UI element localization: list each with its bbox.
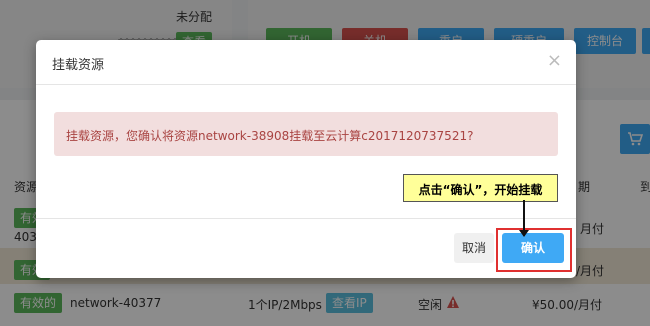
dialog-title: 挂载资源: [52, 58, 105, 73]
close-icon[interactable]: ×: [547, 50, 562, 71]
confirm-alert: 挂载资源，您确认将资源network-38908挂载至云计算c201712073…: [54, 112, 558, 156]
alert-message: 挂载资源，您确认将资源network-38908挂载至云计算c201712073…: [66, 129, 474, 143]
mount-resource-dialog: 挂载资源 × 挂载资源，您确认将资源network-38908挂载至云计算c20…: [36, 40, 576, 278]
confirm-highlight-box: [496, 228, 572, 272]
callout-text: 点击“确认”，开始挂载: [418, 183, 543, 197]
arrow-head-icon: [519, 230, 529, 237]
dialog-header: 挂载资源 ×: [36, 40, 576, 85]
callout-box: 点击“确认”，开始挂载: [403, 174, 558, 202]
cancel-button[interactable]: 取消: [454, 233, 494, 263]
dialog-footer: 取消 确认: [36, 218, 576, 279]
